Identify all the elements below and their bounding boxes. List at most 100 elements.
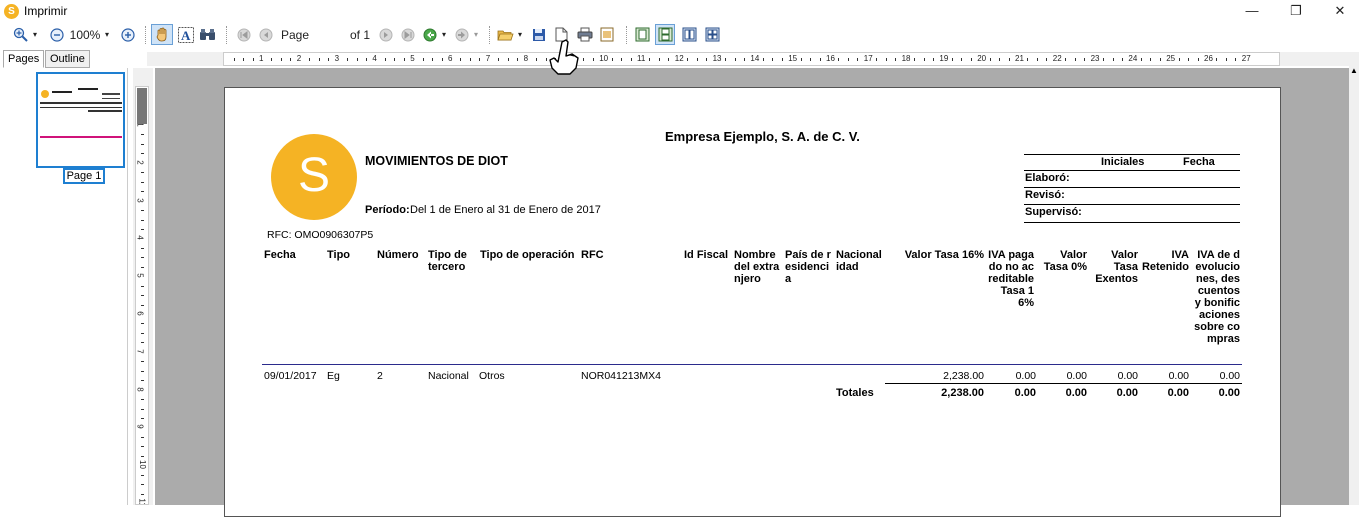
- rfc-line: RFC: OMO0906307P5: [267, 229, 374, 241]
- export-icon[interactable]: [598, 26, 615, 43]
- cell-valor-0: 0.00: [1066, 370, 1087, 382]
- open-icon[interactable]: [497, 26, 514, 43]
- ruler-tick: [923, 58, 925, 61]
- ruler-tick: [772, 58, 774, 61]
- page-thumbnail[interactable]: [36, 72, 125, 168]
- vertical-scrollbar[interactable]: ▲: [1349, 52, 1359, 505]
- next-page-icon[interactable]: [377, 26, 394, 43]
- ruler-mark: 6: [448, 54, 453, 63]
- save-icon[interactable]: [530, 26, 547, 43]
- col-header-numero: Número: [377, 249, 419, 261]
- ruler-tick: [432, 58, 434, 61]
- ruler-mark: 7: [485, 54, 491, 63]
- ruler-tick: [536, 58, 538, 61]
- ruler-tick: [999, 58, 1001, 61]
- ruler-tick: [743, 58, 745, 61]
- multi-pages-icon[interactable]: [704, 26, 721, 43]
- ruler-tick: [271, 58, 273, 61]
- cell-iva-no-acreditable: 0.00: [1015, 370, 1036, 382]
- ruler-mark: 10: [137, 460, 147, 470]
- ruler-mark: 16: [826, 54, 835, 63]
- go-back-dropdown-icon[interactable]: ▾: [440, 25, 448, 45]
- text-select-icon[interactable]: A: [177, 26, 194, 43]
- ruler-tick: [1178, 58, 1180, 61]
- ruler-tick: [309, 58, 311, 61]
- vertical-ruler[interactable]: 1 2 3 4 5 6 7 8 9 10 11: [135, 86, 149, 505]
- zoom-value[interactable]: 100%: [68, 25, 102, 45]
- go-forward-dropdown-icon[interactable]: ▾: [472, 25, 480, 45]
- col-header-nacionalidad: Nacionalidad: [836, 249, 882, 273]
- ruler-tick: [141, 219, 144, 221]
- zoom-fit-icon[interactable]: [119, 26, 136, 43]
- ruler-tick: [1112, 58, 1114, 61]
- ruler-tick: [1159, 58, 1161, 61]
- ruler-tick: [460, 58, 462, 61]
- ruler-mark: 8: [523, 54, 529, 63]
- ruler-tick: [1225, 58, 1227, 61]
- ruler-mark: 11: [637, 54, 646, 63]
- thumbnail-label[interactable]: Page 1: [63, 168, 105, 184]
- period-label: Período:: [365, 204, 410, 216]
- ruler-tick: [394, 58, 396, 61]
- zoom-out-icon[interactable]: [48, 26, 65, 43]
- ruler-mark: 10: [599, 54, 609, 63]
- ruler-tick: [141, 408, 144, 410]
- ruler-mark: 14: [750, 54, 760, 63]
- open-dropdown-icon[interactable]: ▾: [516, 25, 524, 45]
- ruler-mark: 5: [410, 54, 415, 63]
- ruler-tick: [356, 58, 358, 61]
- continuous-icon[interactable]: [655, 24, 675, 45]
- ruler-tick: [800, 58, 802, 61]
- zoom-in-icon[interactable]: [12, 26, 29, 43]
- col-header-rfc: RFC: [581, 249, 604, 261]
- zoom-in-dropdown-icon[interactable]: ▾: [31, 25, 39, 45]
- tab-pages[interactable]: Pages: [3, 50, 45, 68]
- vertical-scroll-thumb[interactable]: [137, 88, 147, 124]
- ruler-mark: 6: [135, 311, 145, 316]
- ruler-tick: [141, 134, 144, 136]
- ruler-tick: [441, 58, 443, 61]
- signature-row-superviso: Supervisó:: [1025, 206, 1082, 218]
- ruler-tick: [970, 58, 972, 61]
- ruler-tick: [469, 58, 471, 61]
- ruler-tick: [630, 58, 632, 61]
- ruler-mark: 2: [296, 54, 302, 63]
- ruler-tick: [895, 58, 897, 61]
- two-pages-icon[interactable]: [681, 26, 698, 43]
- signature-rule: [1024, 204, 1240, 205]
- col-header-iva-retenido: IVA Retenido: [1141, 249, 1189, 273]
- ruler-tick: [1065, 58, 1067, 61]
- ruler-tick: [658, 58, 660, 61]
- find-icon[interactable]: [199, 26, 216, 43]
- scroll-up-icon[interactable]: ▲: [1350, 66, 1358, 75]
- ruler-mark: 18: [901, 54, 911, 63]
- ruler-tick: [687, 58, 689, 61]
- total-valor-16: 2,238.00: [941, 387, 984, 399]
- restore-button[interactable]: ❐: [1273, 0, 1319, 22]
- ruler-tick: [141, 172, 144, 174]
- go-forward-icon[interactable]: [453, 26, 470, 43]
- col-header-tipo-operacion: Tipo de operación: [480, 249, 575, 261]
- table-header-rule: [262, 364, 1242, 365]
- ruler-tick: [1036, 58, 1038, 61]
- ruler-tick: [932, 58, 934, 61]
- first-page-icon[interactable]: [235, 26, 252, 43]
- ruler-tick: [141, 295, 144, 297]
- single-page-icon[interactable]: [634, 26, 651, 43]
- close-button[interactable]: ✕: [1317, 0, 1359, 22]
- ruler-mark: 12: [674, 54, 684, 63]
- cell-valor-16: 2,238.00: [943, 370, 984, 382]
- minimize-button[interactable]: —: [1229, 0, 1275, 22]
- ruler-mark: 7: [135, 349, 145, 354]
- ruler-tick: [403, 58, 405, 61]
- last-page-icon[interactable]: [399, 26, 416, 43]
- ruler-mark: 8: [135, 386, 145, 392]
- hand-tool-icon[interactable]: [151, 24, 173, 45]
- total-valor-0: 0.00: [1065, 387, 1087, 399]
- prev-page-icon[interactable]: [257, 26, 274, 43]
- zoom-dropdown-icon[interactable]: ▾: [102, 25, 112, 45]
- go-back-icon[interactable]: [421, 26, 438, 43]
- tab-outline[interactable]: Outline: [45, 50, 90, 68]
- ruler-tick: [141, 361, 144, 363]
- horizontal-ruler[interactable]: 1234567891011121314151617181920212223242…: [223, 52, 1280, 66]
